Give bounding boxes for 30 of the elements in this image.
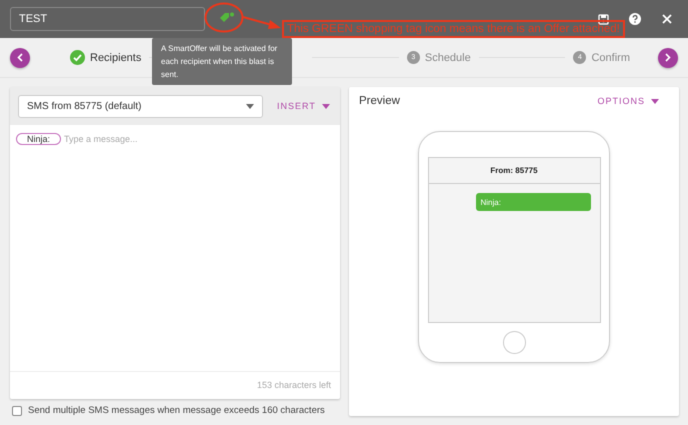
checkbox-label: Send multiple SMS messages when message exceeds 160 characters — [28, 405, 325, 416]
tooltip: A SmartOffer will be activated for each recipient when this blast is sent. — [152, 38, 292, 85]
chevron-left-icon — [17, 53, 23, 62]
insert-button[interactable]: INSERT — [277, 101, 330, 111]
character-counter: 153 characters left — [256, 379, 332, 392]
checkbox[interactable] — [12, 406, 22, 416]
check-icon — [70, 50, 85, 65]
save-icon — [598, 14, 608, 24]
title-field[interactable]: TEST — [10, 7, 205, 31]
previous-button[interactable] — [10, 48, 30, 68]
chevron-right-icon — [665, 53, 671, 62]
arrow — [242, 16, 282, 30]
next-button[interactable] — [658, 48, 678, 68]
merge-tag: Ninja: — [16, 133, 62, 145]
step-label: Confirm — [591, 52, 630, 64]
annotation-text: This GREEN shopping tag icon means there is an Offer attached! — [282, 20, 625, 38]
sender-select[interactable]: SMS from 85775 (default) — [18, 94, 263, 118]
message-bubble: Ninja: — [476, 193, 590, 211]
caret-icon — [246, 104, 254, 108]
highlight-circle — [204, 2, 244, 33]
sender-heading: From: 85775 — [428, 158, 600, 184]
options-button[interactable]: OPTIONS — [597, 96, 659, 106]
step[interactable]: Recipients — [70, 50, 142, 65]
preview-title: Preview — [359, 95, 400, 107]
caret-icon — [322, 104, 330, 108]
help-icon — [629, 13, 641, 25]
step-label: Recipients — [90, 52, 142, 64]
caret-icon — [651, 98, 659, 104]
step-label: Schedule — [424, 52, 471, 64]
close-icon — [662, 14, 672, 24]
